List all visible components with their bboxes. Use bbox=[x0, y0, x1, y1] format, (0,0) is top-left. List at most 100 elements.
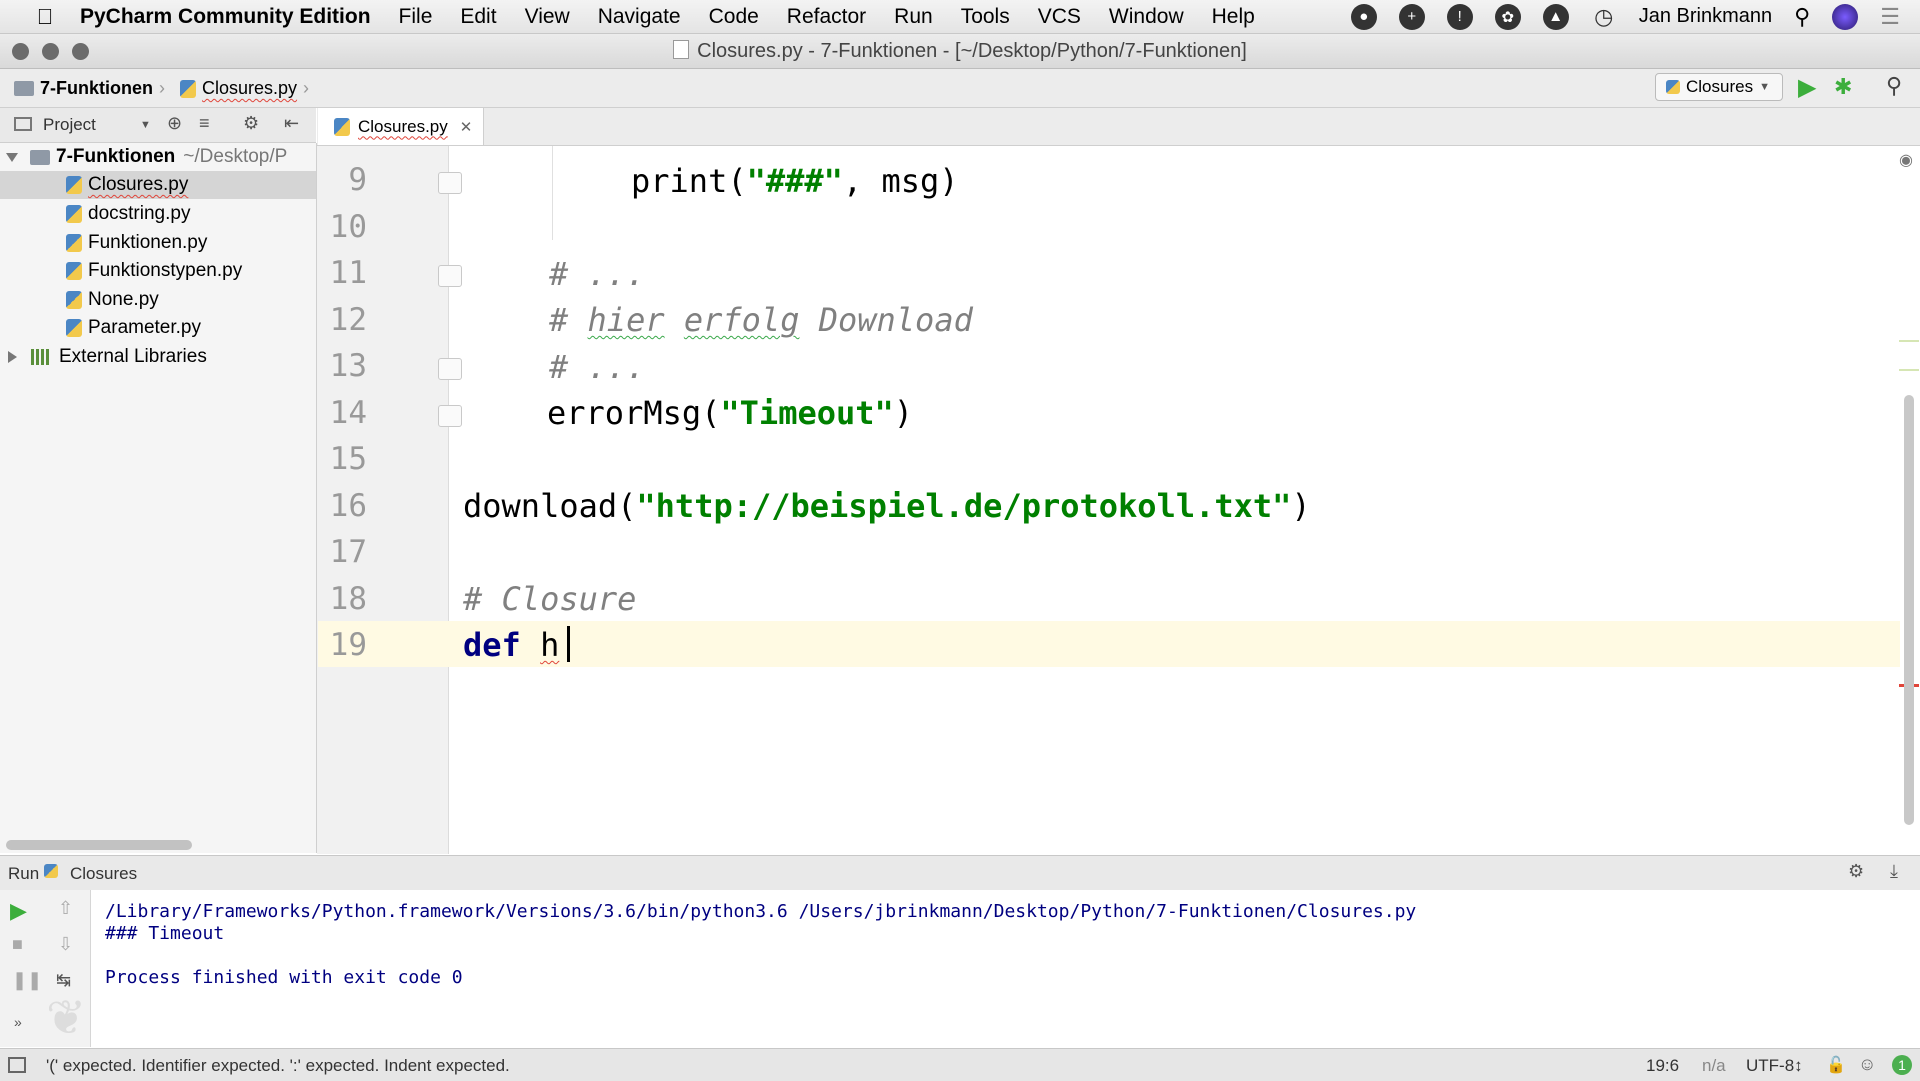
run-panel-header: Run Closures ⚙ ⤓ bbox=[0, 855, 1920, 891]
menu-vcs[interactable]: VCS bbox=[1038, 5, 1081, 29]
project-tree: 7-Funktionen ~/Desktop/P Closures.py doc… bbox=[0, 143, 317, 853]
run-icon[interactable]: ▶ bbox=[1798, 73, 1816, 102]
python-file-icon bbox=[66, 176, 82, 194]
code-line-14: errorMsg("Timeout") bbox=[547, 394, 914, 432]
project-view-selector[interactable]: Project bbox=[43, 115, 96, 135]
stop-icon[interactable]: ■ bbox=[12, 934, 23, 955]
spotlight-search-icon[interactable]: ⚲ bbox=[1794, 4, 1810, 30]
menu-edit[interactable]: Edit bbox=[460, 5, 496, 29]
line-separator[interactable]: n/a bbox=[1702, 1056, 1726, 1076]
tool-windows-icon[interactable] bbox=[8, 1057, 26, 1073]
fold-marker[interactable] bbox=[438, 358, 462, 380]
tree-file-item[interactable]: None.py bbox=[0, 286, 316, 314]
debug-icon[interactable]: ✱ bbox=[1834, 74, 1852, 100]
tree-file-item[interactable]: Closures.py bbox=[0, 171, 316, 199]
fold-marker[interactable] bbox=[438, 172, 462, 194]
pause-icon[interactable]: ❚❚ bbox=[12, 970, 42, 991]
library-icon bbox=[31, 349, 51, 365]
run-console-output[interactable]: /Library/Frameworks/Python.framework/Ver… bbox=[91, 890, 1920, 1047]
tree-file-item[interactable]: Funktionstypen.py bbox=[0, 257, 316, 285]
down-arrow-icon[interactable]: ⇩ bbox=[58, 934, 73, 955]
window-title-text: Closures.py - 7-Funktionen - [~/Desktop/… bbox=[697, 40, 1247, 62]
run-panel-config[interactable]: Closures bbox=[70, 864, 137, 884]
line-number: 12 bbox=[329, 302, 367, 338]
folder-icon bbox=[14, 81, 34, 96]
menu-refactor[interactable]: Refactor bbox=[787, 5, 866, 29]
hide-panel-icon[interactable]: ⤓ bbox=[1890, 861, 1898, 882]
fold-marker[interactable] bbox=[438, 405, 462, 427]
up-arrow-icon[interactable]: ⇧ bbox=[58, 898, 73, 919]
menu-view[interactable]: View bbox=[525, 5, 570, 29]
menu-help[interactable]: Help bbox=[1212, 5, 1255, 29]
app-name-menu[interactable]: PyCharm Community Edition bbox=[80, 5, 371, 29]
notification-center-icon[interactable]: ☰ bbox=[1880, 4, 1900, 30]
menu-code[interactable]: Code bbox=[709, 5, 759, 29]
hide-panel-icon[interactable]: ⇤ bbox=[284, 113, 299, 134]
menu-tools[interactable]: Tools bbox=[961, 5, 1010, 29]
rerun-icon[interactable]: ▶ bbox=[10, 898, 27, 924]
breadcrumb-project-label: 7-Funktionen bbox=[40, 78, 153, 98]
line-number: 18 bbox=[329, 581, 367, 617]
chevron-down-icon[interactable]: ▼ bbox=[140, 119, 151, 131]
python-config-icon bbox=[44, 864, 58, 878]
tree-file-label: Funktionen.py bbox=[88, 232, 208, 253]
tree-external-libraries[interactable]: External Libraries bbox=[0, 343, 316, 371]
line-number: 13 bbox=[329, 348, 367, 384]
code-line-18: # Closure bbox=[463, 580, 637, 618]
recording-icon[interactable]: ● bbox=[1350, 3, 1377, 30]
window-title: Closures.py - 7-Funktionen - [~/Desktop/… bbox=[0, 40, 1920, 63]
more-icon[interactable]: » bbox=[14, 1014, 22, 1030]
menu-window[interactable]: Window bbox=[1109, 5, 1184, 29]
eye-icon[interactable]: ◉ bbox=[1899, 150, 1913, 170]
code-line-13: # ... bbox=[549, 348, 646, 386]
breadcrumb-file[interactable]: Closures.py › bbox=[180, 78, 309, 99]
expand-arrow-icon[interactable] bbox=[8, 351, 17, 363]
user-name[interactable]: Jan Brinkmann bbox=[1639, 5, 1772, 28]
menu-file[interactable]: File bbox=[399, 5, 433, 29]
python-file-icon bbox=[66, 319, 82, 337]
expand-arrow-icon[interactable] bbox=[6, 152, 18, 162]
siri-icon[interactable] bbox=[1832, 3, 1859, 30]
code-line-16: download("http://beispiel.de/protokoll.t… bbox=[463, 487, 1311, 525]
caret-position[interactable]: 19:6 bbox=[1646, 1056, 1679, 1076]
line-number: 16 bbox=[329, 488, 367, 524]
lock-icon[interactable]: 🔓 bbox=[1826, 1055, 1846, 1075]
file-icon bbox=[673, 40, 690, 59]
status-bar: '(' expected. Identifier expected. ':' e… bbox=[0, 1048, 1920, 1081]
menu-run[interactable]: Run bbox=[894, 5, 933, 29]
collapse-all-icon[interactable]: ≡ bbox=[199, 113, 210, 134]
apple-icon[interactable]:  bbox=[30, 4, 60, 30]
breadcrumb-file-label: Closures.py bbox=[202, 78, 298, 98]
plus-tray-icon[interactable]: + bbox=[1398, 3, 1425, 30]
editor-vertical-scrollbar[interactable] bbox=[1904, 395, 1914, 825]
breadcrumb-project[interactable]: 7-Funktionen › bbox=[14, 78, 165, 99]
editor-tab-closures[interactable]: Closures.py ✕ bbox=[318, 108, 484, 145]
gear-icon[interactable]: ⚙ bbox=[243, 113, 259, 134]
python-file-icon bbox=[66, 205, 82, 223]
project-horizontal-scrollbar[interactable] bbox=[6, 840, 192, 850]
editor-tab-bar: Closures.py ✕ bbox=[317, 108, 1920, 146]
event-log-badge[interactable]: 1 bbox=[1892, 1055, 1912, 1075]
inspector-icon[interactable]: ☺ bbox=[1858, 1054, 1876, 1075]
leaf-tray-icon[interactable]: ✿ bbox=[1494, 3, 1521, 30]
gear-icon[interactable]: ⚙ bbox=[1848, 861, 1864, 882]
tree-root-folder[interactable]: 7-Funktionen ~/Desktop/P bbox=[0, 143, 316, 171]
password-tray-icon[interactable]: ! bbox=[1446, 3, 1473, 30]
soft-wrap-icon[interactable]: ↹ bbox=[56, 970, 71, 991]
warning-stripe[interactable] bbox=[1899, 340, 1919, 342]
tree-file-item[interactable]: Funktionen.py bbox=[0, 229, 316, 257]
tree-file-item[interactable]: Parameter.py bbox=[0, 314, 316, 342]
warning-stripe[interactable] bbox=[1899, 369, 1919, 371]
locate-file-icon[interactable]: ⊕ bbox=[167, 113, 182, 134]
fold-marker[interactable] bbox=[438, 265, 462, 287]
bell-tray-icon[interactable]: ▲ bbox=[1542, 3, 1569, 30]
menu-navigate[interactable]: Navigate bbox=[598, 5, 681, 29]
tree-file-item[interactable]: docstring.py bbox=[0, 200, 316, 228]
file-encoding[interactable]: UTF-8↕ bbox=[1746, 1056, 1803, 1076]
search-everywhere-icon[interactable]: ⚲ bbox=[1886, 73, 1902, 99]
folder-icon bbox=[30, 149, 50, 165]
close-tab-icon[interactable]: ✕ bbox=[460, 118, 473, 136]
time-machine-icon[interactable]: ◷ bbox=[1591, 4, 1617, 30]
run-configuration-select[interactable]: Closures ▼ bbox=[1655, 73, 1783, 101]
editor-tab-label: Closures.py bbox=[358, 116, 448, 136]
